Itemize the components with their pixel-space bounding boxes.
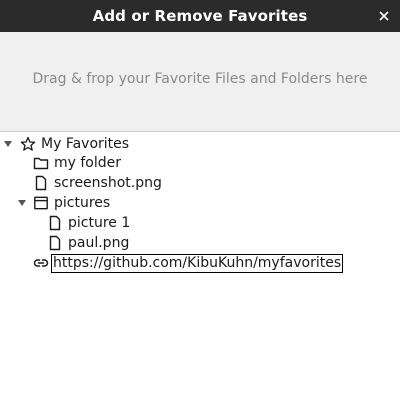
tree-node-label: my folder xyxy=(54,155,122,171)
tree-node-label: paul.png xyxy=(68,235,130,251)
tree-node-root[interactable]: My Favorites xyxy=(2,134,129,154)
star-icon xyxy=(20,136,36,152)
drop-zone[interactable]: Drag & frop your Favorite Files and Fold… xyxy=(0,32,400,132)
tree-node-label: pictures xyxy=(54,195,111,211)
file-icon xyxy=(33,175,49,191)
expand-arrow-icon[interactable] xyxy=(16,193,28,213)
tree-node-my-folder[interactable]: my folder xyxy=(33,153,121,173)
window-icon xyxy=(33,195,49,211)
link-edit-field[interactable]: https://github.com/KibuKuhn/myfavorites xyxy=(51,253,344,273)
favorites-window: Add or Remove Favorites Drag & frop your… xyxy=(0,0,400,400)
tree-node-label: My Favorites xyxy=(41,136,130,152)
tree-node-picture-1[interactable]: picture 1 xyxy=(47,213,130,233)
tree-node-paul-png[interactable]: paul.png xyxy=(47,233,129,253)
file-icon xyxy=(47,215,63,231)
title-bar[interactable]: Add or Remove Favorites xyxy=(0,0,400,32)
expand-arrow-icon[interactable] xyxy=(2,134,14,154)
tree-node-screenshot[interactable]: screenshot.png xyxy=(33,173,162,193)
favorites-tree[interactable]: My Favorites my folder screenshot.png pi… xyxy=(0,132,400,400)
folder-icon xyxy=(33,155,49,171)
link-icon xyxy=(33,255,49,271)
tree-node-pictures[interactable]: pictures xyxy=(16,193,110,213)
file-icon xyxy=(47,235,63,251)
close-icon[interactable] xyxy=(376,8,392,24)
tree-node-label: screenshot.png xyxy=(54,175,162,191)
tree-node-link[interactable]: https://github.com/KibuKuhn/myfavorites xyxy=(33,253,344,273)
window-title: Add or Remove Favorites xyxy=(92,7,308,25)
tree-node-label: picture 1 xyxy=(68,215,131,231)
drop-zone-hint: Drag & frop your Favorite Files and Fold… xyxy=(32,71,368,87)
